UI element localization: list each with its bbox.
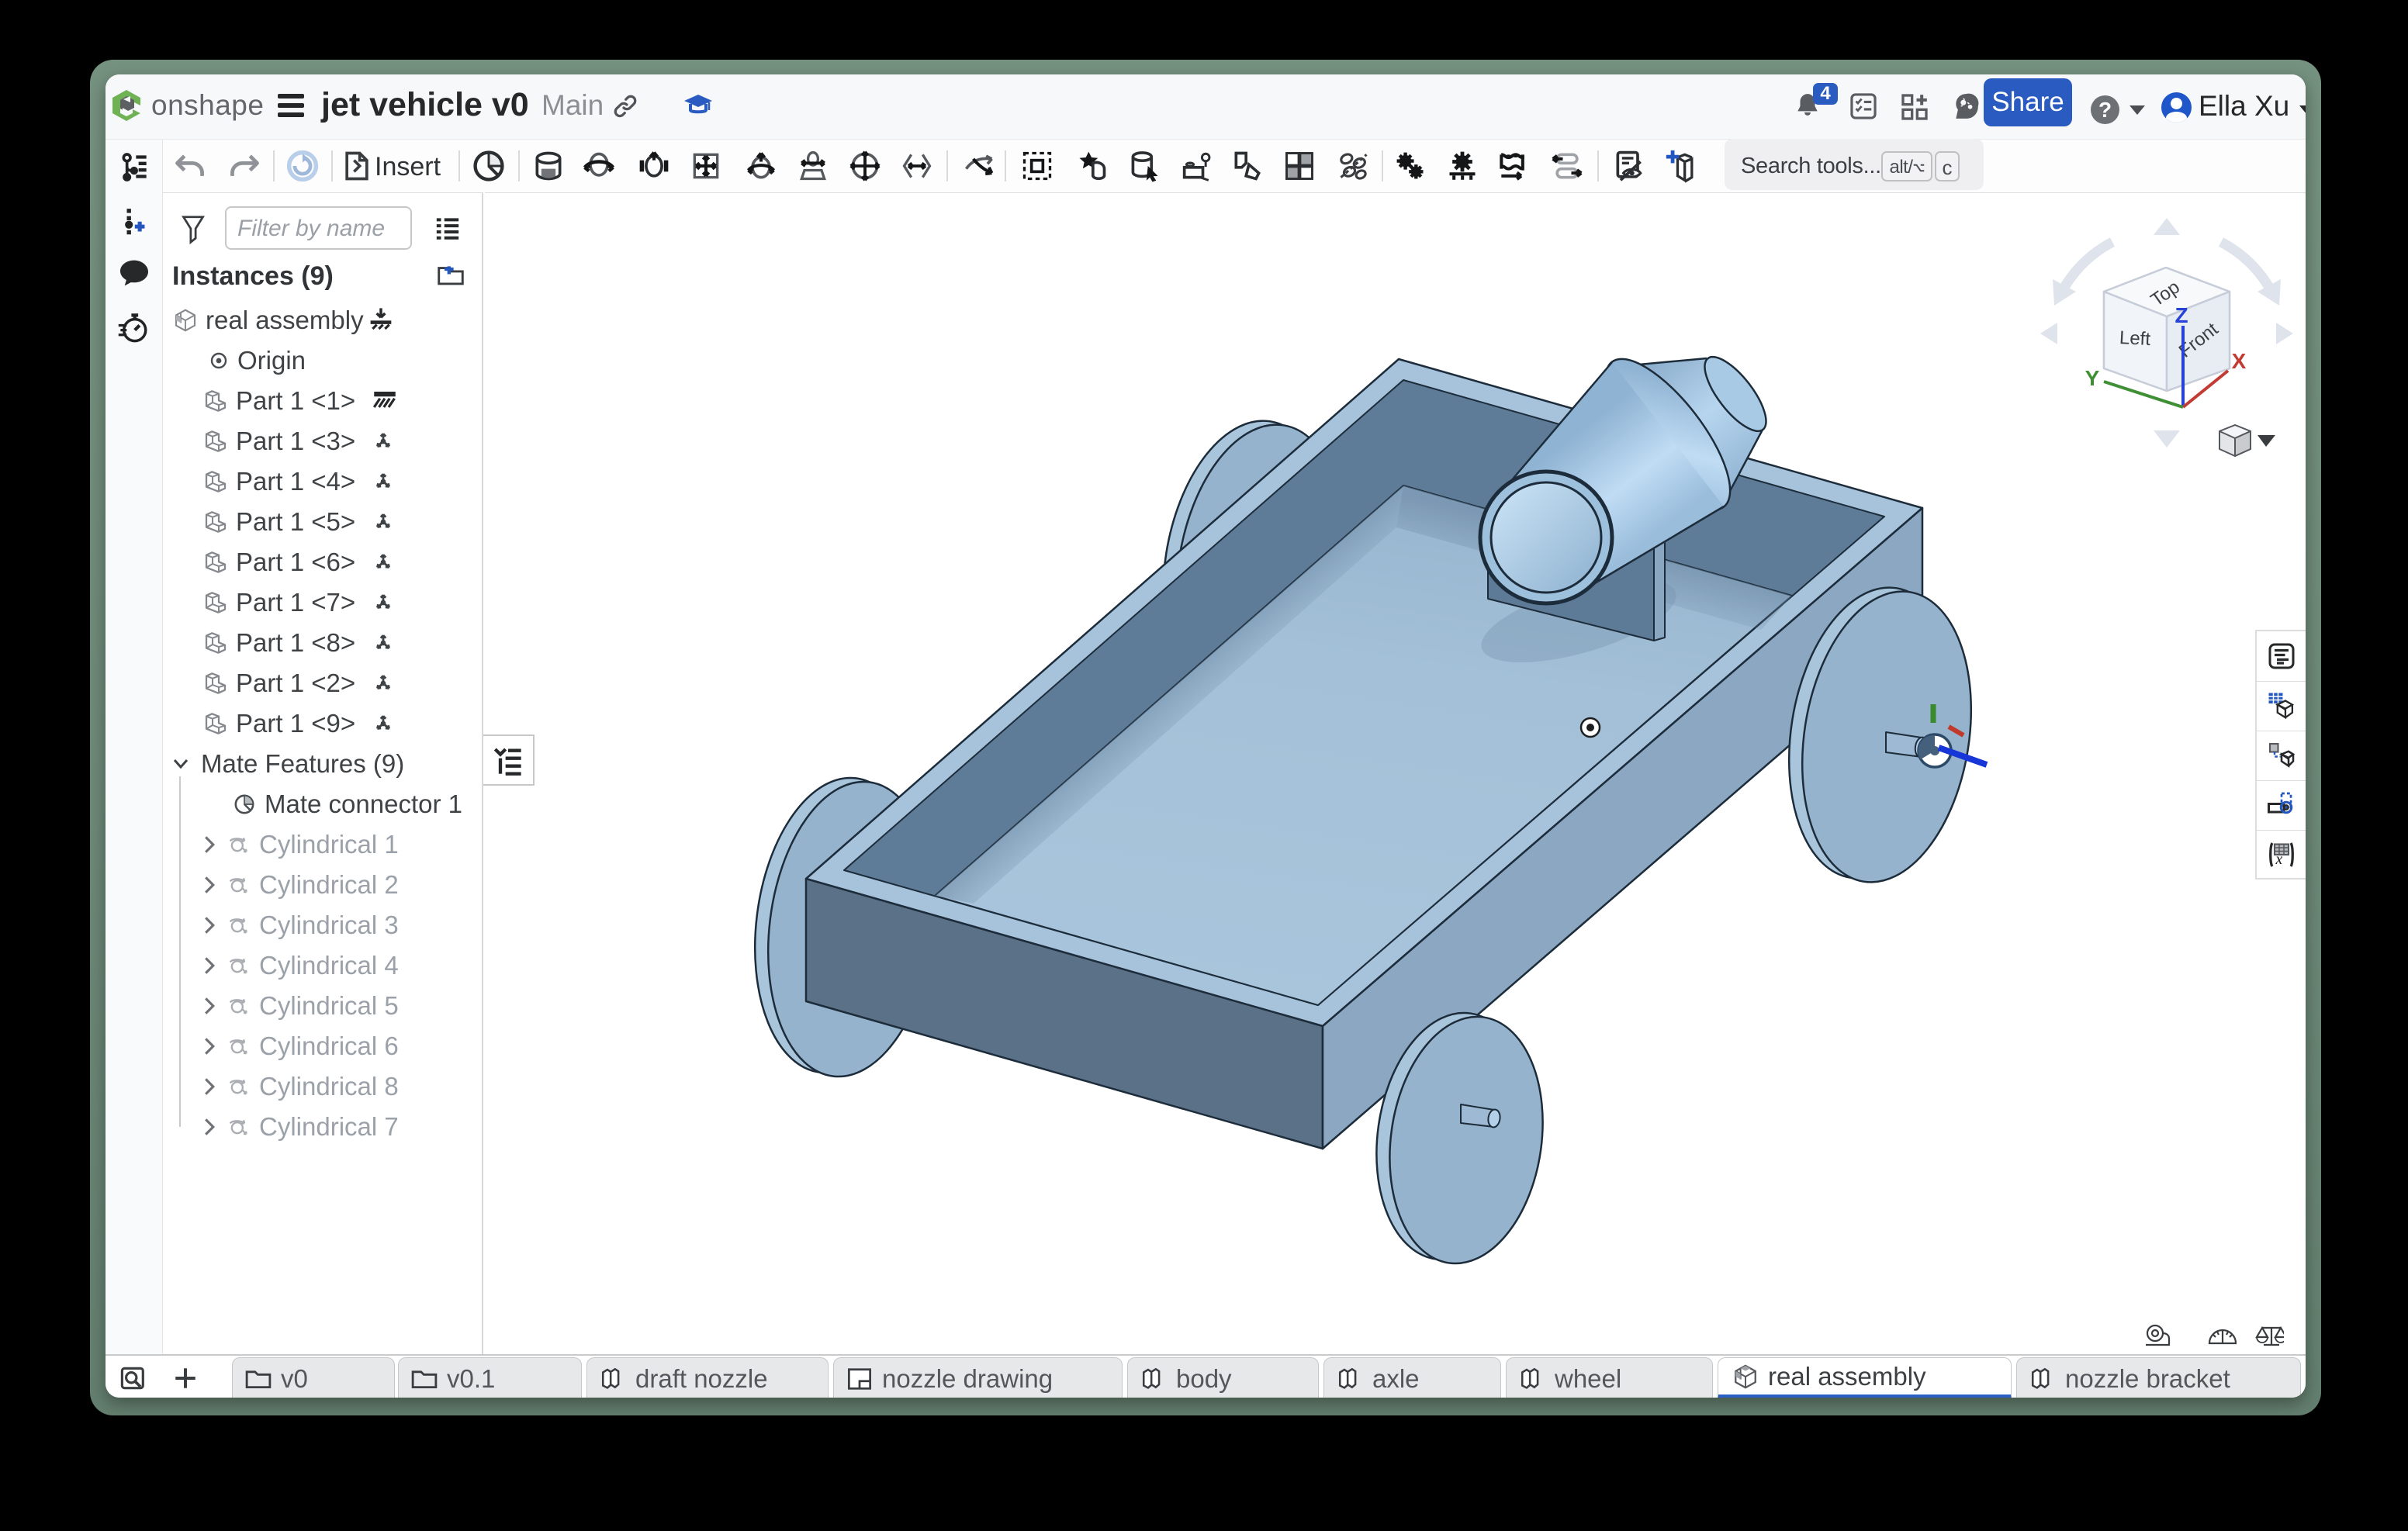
svg-text:X: X [2232, 349, 2247, 373]
svg-text:x: x [2275, 852, 2283, 868]
svg-text:Y: Y [2085, 366, 2100, 390]
svg-text:Left: Left [2119, 327, 2151, 350]
svg-text:Z: Z [2174, 303, 2188, 327]
